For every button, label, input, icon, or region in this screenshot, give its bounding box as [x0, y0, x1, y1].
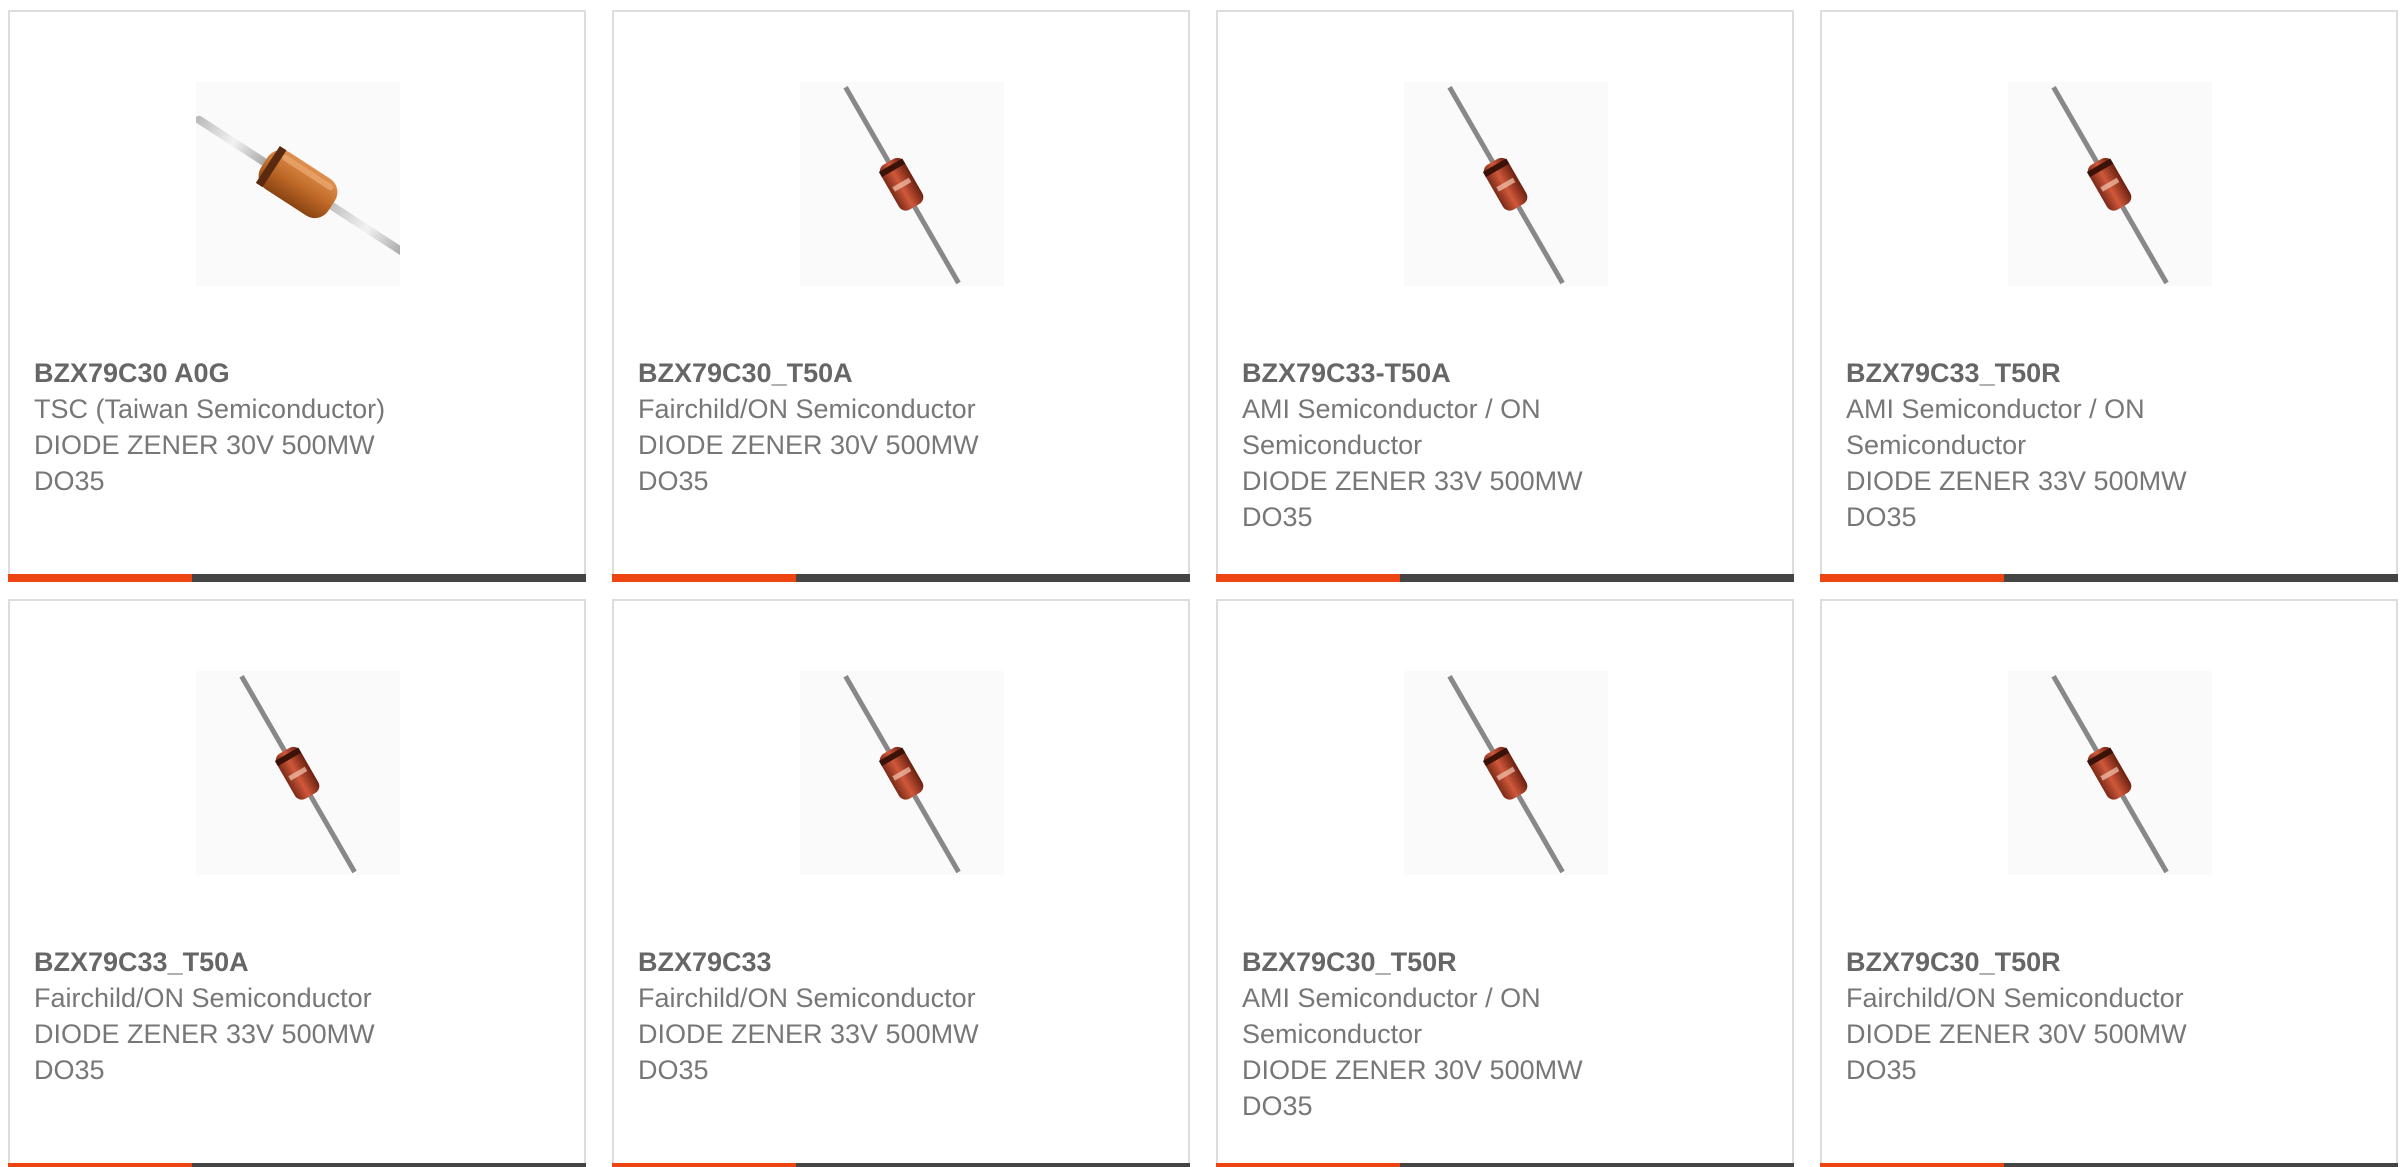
product-card[interactable]: BZX79C33_T50A Fairchild/ON Semiconductor…: [8, 599, 586, 1167]
package: DO35: [34, 1055, 105, 1085]
manufacturer: AMI Semiconductor / ON Semiconductor: [1846, 394, 2145, 460]
description: DIODE ZENER 30V 500MW: [638, 430, 979, 460]
card-accent: [8, 1163, 192, 1167]
part-number[interactable]: BZX79C30_T50R: [1242, 944, 1672, 980]
glass-diode-icon: [2008, 82, 2212, 286]
manufacturer: Fairchild/ON Semiconductor: [34, 983, 372, 1013]
glass-diode-icon: [2008, 671, 2212, 875]
glass-diode-icon: [800, 82, 1004, 286]
product-card[interactable]: BZX79C33-T50A AMI Semiconductor / ON Sem…: [1216, 10, 1794, 582]
product-grid: BZX79C30 A0G TSC (Taiwan Semiconductor) …: [0, 0, 2400, 1167]
part-number[interactable]: BZX79C33: [638, 944, 1068, 980]
card-bottom-bar: [612, 1163, 1190, 1167]
manufacturer: Fairchild/ON Semiconductor: [638, 394, 976, 424]
part-number[interactable]: BZX79C30_T50A: [638, 355, 1068, 391]
part-number[interactable]: BZX79C33-T50A: [1242, 355, 1672, 391]
card-accent: [8, 574, 192, 582]
part-number[interactable]: BZX79C30_T50R: [1846, 944, 2276, 980]
product-card[interactable]: BZX79C30_T50R AMI Semiconductor / ON Sem…: [1216, 599, 1794, 1167]
manufacturer: Fairchild/ON Semiconductor: [1846, 983, 2184, 1013]
package: DO35: [34, 466, 105, 496]
card-accent: [1216, 1163, 1400, 1167]
product-info: BZX79C33 Fairchild/ON Semiconductor DIOD…: [638, 944, 1068, 1088]
description: DIODE ZENER 30V 500MW: [1846, 1019, 2187, 1049]
axial-diode-horizontal-icon: [196, 82, 400, 286]
card-accent: [1820, 574, 2004, 582]
card-bottom-bar: [612, 574, 1190, 582]
part-number[interactable]: BZX79C30 A0G: [34, 355, 464, 391]
part-number[interactable]: BZX79C33_T50R: [1846, 355, 2276, 391]
card-bottom-bar: [1820, 1163, 2398, 1167]
package: DO35: [1846, 502, 1917, 532]
product-info: BZX79C30 A0G TSC (Taiwan Semiconductor) …: [34, 355, 464, 499]
description: DIODE ZENER 33V 500MW: [638, 1019, 979, 1049]
product-card[interactable]: BZX79C30_T50A Fairchild/ON Semiconductor…: [612, 10, 1190, 582]
card-bottom-bar: [8, 1163, 586, 1167]
description: DIODE ZENER 33V 500MW: [1242, 466, 1583, 496]
product-card[interactable]: BZX79C30 A0G TSC (Taiwan Semiconductor) …: [8, 10, 586, 582]
card-accent: [612, 574, 796, 582]
card-bottom-bar: [1216, 574, 1794, 582]
product-card[interactable]: BZX79C30_T50R Fairchild/ON Semiconductor…: [1820, 599, 2398, 1167]
card-bottom-bar: [1216, 1163, 1794, 1167]
manufacturer: AMI Semiconductor / ON Semiconductor: [1242, 983, 1541, 1049]
product-card[interactable]: BZX79C33 Fairchild/ON Semiconductor DIOD…: [612, 599, 1190, 1167]
part-number[interactable]: BZX79C33_T50A: [34, 944, 464, 980]
product-card[interactable]: BZX79C33_T50R AMI Semiconductor / ON Sem…: [1820, 10, 2398, 582]
package: DO35: [1242, 1091, 1313, 1121]
product-info: BZX79C33-T50A AMI Semiconductor / ON Sem…: [1242, 355, 1672, 535]
product-info: BZX79C30_T50R Fairchild/ON Semiconductor…: [1846, 944, 2276, 1088]
manufacturer: TSC (Taiwan Semiconductor): [34, 394, 386, 424]
card-accent: [1820, 1163, 2004, 1167]
package: DO35: [1242, 502, 1313, 532]
manufacturer: Fairchild/ON Semiconductor: [638, 983, 976, 1013]
card-bottom-bar: [8, 574, 586, 582]
package: DO35: [1846, 1055, 1917, 1085]
product-info: BZX79C33_T50R AMI Semiconductor / ON Sem…: [1846, 355, 2276, 535]
product-info: BZX79C30_T50A Fairchild/ON Semiconductor…: [638, 355, 1068, 499]
glass-diode-icon: [1404, 671, 1608, 875]
glass-diode-icon: [800, 671, 1004, 875]
product-info: BZX79C33_T50A Fairchild/ON Semiconductor…: [34, 944, 464, 1088]
manufacturer: AMI Semiconductor / ON Semiconductor: [1242, 394, 1541, 460]
card-accent: [1216, 574, 1400, 582]
card-bottom-bar: [1820, 574, 2398, 582]
description: DIODE ZENER 33V 500MW: [34, 1019, 375, 1049]
description: DIODE ZENER 30V 500MW: [34, 430, 375, 460]
description: DIODE ZENER 33V 500MW: [1846, 466, 2187, 496]
description: DIODE ZENER 30V 500MW: [1242, 1055, 1583, 1085]
glass-diode-icon: [1404, 82, 1608, 286]
glass-diode-icon: [196, 671, 400, 875]
card-accent: [612, 1163, 796, 1167]
package: DO35: [638, 466, 709, 496]
package: DO35: [638, 1055, 709, 1085]
product-info: BZX79C30_T50R AMI Semiconductor / ON Sem…: [1242, 944, 1672, 1124]
